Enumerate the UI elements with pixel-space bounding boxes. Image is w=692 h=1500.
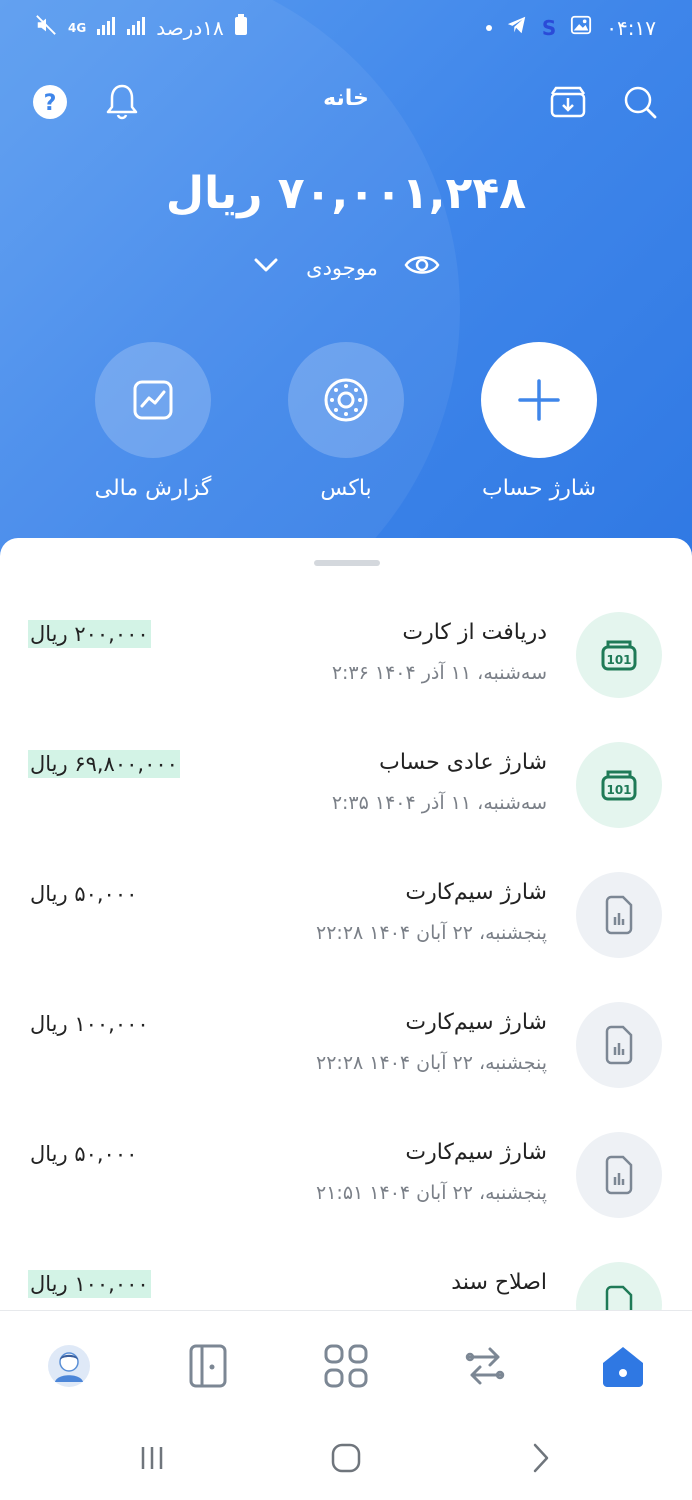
- transaction-amount: ۱۰۰,۰۰۰ ریال: [30, 1012, 149, 1036]
- action-charge-account[interactable]: شارژ حساب: [454, 342, 624, 501]
- transaction-title: شارژ سیم‌کارت: [405, 1140, 547, 1165]
- signal-icon: [96, 16, 116, 40]
- app-s-icon: S: [541, 15, 557, 40]
- box-icon[interactable]: [288, 342, 404, 458]
- transaction-title: دریافت از کارت: [402, 620, 547, 645]
- header: S ۰۴:۱۷ 4G ۱۸درصد ? خانه ۷۰,۰۰۱,۲۴۸ ریال…: [0, 0, 692, 600]
- status-time: ۰۴:۱۷: [606, 15, 656, 40]
- nav-cards-icon[interactable]: [183, 1341, 233, 1391]
- notification-dot: [485, 24, 492, 31]
- battery-text: ۱۸درصد: [156, 15, 224, 40]
- balance-row[interactable]: موجودی: [0, 252, 692, 283]
- transaction-row[interactable]: شارژ سیم‌کارت پنجشنبه، ۲۲ آبان ۱۴۰۴ ۲۲:۲۸…: [0, 798, 692, 958]
- status-right: S ۰۴:۱۷: [485, 14, 656, 41]
- action-financial-report[interactable]: گزارش مالی: [68, 342, 238, 501]
- transaction-amount: ۵۰,۰۰۰ ریال: [30, 882, 138, 906]
- svg-text:101: 101: [606, 653, 631, 667]
- transactions-sheet[interactable]: 101 دریافت از کارت سه‌شنبه، ۱۱ آذر ۱۴۰۴ ۲:…: [0, 538, 692, 1318]
- gallery-icon: [570, 14, 592, 41]
- chevron-down-icon[interactable]: [252, 254, 280, 281]
- telegram-icon: [506, 14, 528, 41]
- balance-amount: ۷۰,۰۰۱,۲۴۸ ریال: [165, 168, 527, 219]
- network-icon: 4G: [68, 20, 87, 35]
- transaction-amount: ۱۰۰,۰۰۰ ریال: [28, 1270, 151, 1298]
- download-box-icon[interactable]: [546, 80, 590, 124]
- transaction-row[interactable]: 101 شارژ عادی حساب سه‌شنبه، ۱۱ آذر ۱۴۰۴ ۲:…: [0, 668, 692, 828]
- status-left: 4G ۱۸درصد: [34, 14, 248, 41]
- nav-profile-avatar[interactable]: [44, 1341, 94, 1391]
- transaction-row[interactable]: شارژ سیم‌کارت پنجشنبه، ۲۲ آبان ۱۴۰۴ ۲۱:۵۱…: [0, 1058, 692, 1218]
- nav-services-icon[interactable]: [321, 1341, 371, 1391]
- action-box[interactable]: باکس: [261, 342, 431, 501]
- nav-home-icon[interactable]: [598, 1341, 648, 1391]
- transaction-amount: ۶۹,۸۰۰,۰۰۰ ریال: [28, 750, 180, 778]
- transaction-title: اصلاح سند: [451, 1270, 547, 1295]
- action-label: باکس: [320, 476, 372, 501]
- balance-label: موجودی: [306, 255, 378, 280]
- mute-icon: [34, 14, 58, 41]
- system-nav-bar: [0, 1420, 692, 1500]
- eye-icon[interactable]: [404, 252, 440, 283]
- transaction-title: شارژ عادی حساب: [379, 750, 547, 775]
- transaction-amount: ۲۰۰,۰۰۰ ریال: [28, 620, 151, 648]
- nav-transfer-icon[interactable]: [460, 1341, 510, 1391]
- transaction-row[interactable]: اصلاح سند ۱۰۰,۰۰۰ ریال: [0, 1188, 692, 1318]
- transaction-row[interactable]: شارژ سیم‌کارت پنجشنبه، ۲۲ آبان ۱۴۰۴ ۲۲:۲۸…: [0, 928, 692, 1088]
- bottom-nav: [0, 1310, 692, 1420]
- top-bar: ? خانه: [0, 72, 692, 132]
- chart-icon[interactable]: [95, 342, 211, 458]
- recent-apps-icon[interactable]: [132, 1438, 172, 1478]
- status-bar: S ۰۴:۱۷ 4G ۱۸درصد: [0, 0, 692, 56]
- transaction-amount: ۵۰,۰۰۰ ریال: [30, 1142, 138, 1166]
- action-label: شارژ حساب: [481, 476, 597, 501]
- search-icon[interactable]: [618, 80, 662, 124]
- signal-icon-2: [126, 16, 146, 40]
- battery-icon: [234, 14, 248, 41]
- transaction-title: شارژ سیم‌کارت: [405, 1010, 547, 1035]
- action-label: گزارش مالی: [94, 476, 212, 501]
- transaction-row[interactable]: 101 دریافت از کارت سه‌شنبه، ۱۱ آذر ۱۴۰۴ ۲:…: [0, 538, 692, 698]
- transaction-title: شارژ سیم‌کارت: [405, 880, 547, 905]
- quick-actions: شارژ حساب باکس گزارش مالی: [0, 342, 692, 522]
- svg-text:101: 101: [606, 783, 631, 797]
- back-icon[interactable]: [520, 1438, 560, 1478]
- home-button-icon[interactable]: [326, 1438, 366, 1478]
- plus-icon[interactable]: [481, 342, 597, 458]
